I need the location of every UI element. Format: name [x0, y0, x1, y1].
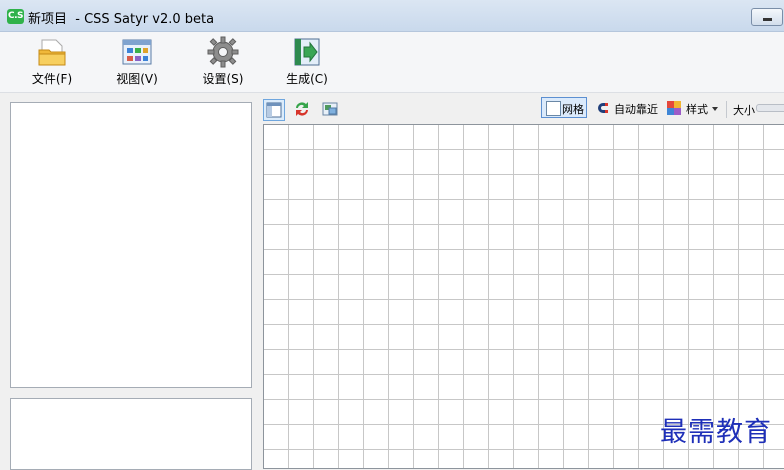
folder-icon — [38, 39, 66, 66]
chevron-down-icon — [712, 107, 718, 111]
settings-menu-button[interactable]: 设置(S) — [188, 34, 258, 88]
refresh-button[interactable] — [292, 99, 312, 119]
magnet-icon — [598, 103, 608, 113]
generate-menu-label: 生成(C) — [286, 72, 328, 86]
minimize-button[interactable] — [751, 8, 783, 26]
size-slider[interactable] — [756, 104, 784, 112]
view-grid-icon — [122, 39, 152, 65]
refresh-icon — [296, 102, 308, 116]
generate-menu-button[interactable]: 生成(C) — [272, 34, 342, 88]
grid-icon — [546, 101, 561, 116]
main-toolbar: 文件(F) 视图(V) 设置(S) 生成(C) — [0, 32, 784, 93]
file-menu-label: 文件(F) — [31, 72, 73, 86]
grid-toggle-button[interactable]: 网格 — [541, 97, 587, 118]
watermark-text: 最需教育 — [660, 417, 772, 448]
file-menu-button[interactable]: 文件(F) — [17, 34, 87, 88]
style-label: 样式 — [686, 103, 708, 116]
properties-panel[interactable] — [10, 398, 252, 470]
layout-icon — [266, 102, 282, 118]
grid-label: 网格 — [562, 103, 584, 116]
view-menu-button[interactable]: 视图(V) — [102, 34, 172, 88]
app-logo-icon: C.S — [7, 9, 24, 24]
auto-snap-label: 自动靠近 — [614, 103, 658, 116]
size-label: 大小 — [733, 104, 755, 117]
layers-panel[interactable] — [10, 102, 252, 388]
view-menu-label: 视图(V) — [116, 72, 158, 86]
title-bar: C.S 新项目 - CSS Satyr v2.0 beta — [0, 0, 784, 32]
settings-menu-label: 设置(S) — [202, 72, 244, 86]
style-palette-icon — [667, 101, 681, 115]
export-icon — [294, 38, 320, 66]
window-title: 新项目 - CSS Satyr v2.0 beta — [28, 12, 215, 27]
toolbar-divider — [726, 101, 727, 118]
gear-icon — [207, 36, 239, 68]
image-icon — [322, 102, 338, 116]
layout-toggle-button[interactable] — [263, 99, 285, 121]
image-button[interactable] — [320, 99, 340, 119]
